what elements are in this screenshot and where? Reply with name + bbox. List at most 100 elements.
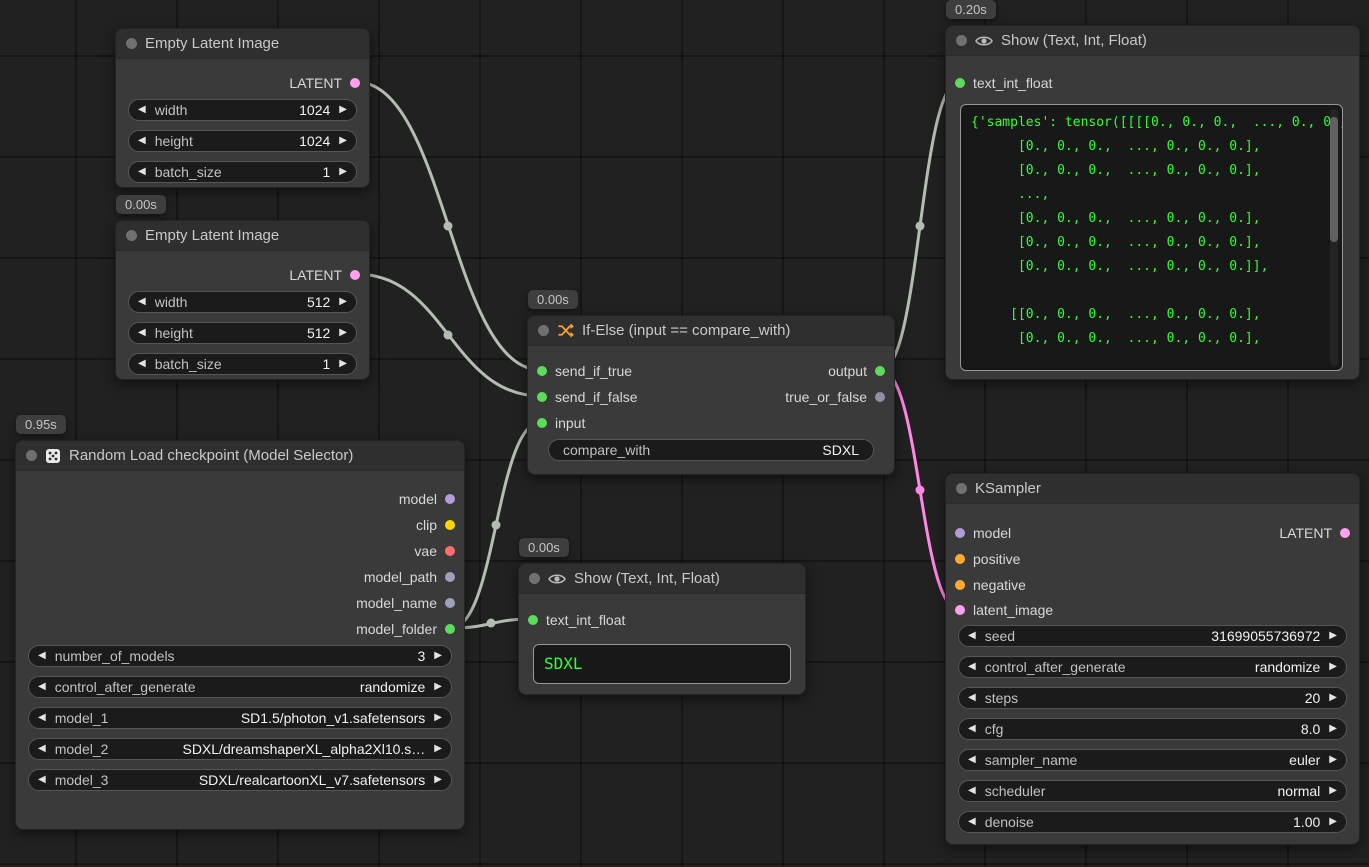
- widget-model-2[interactable]: ◀ model_2 SDXL/dreamshaperXL_alpha2Xl10.…: [28, 738, 452, 760]
- model-output-dot[interactable]: [445, 494, 455, 504]
- node-empty-latent-image-1[interactable]: Empty Latent Image LATENT ◀ width 1024 ▶…: [115, 28, 370, 188]
- widget-number-of-models[interactable]: ◀ number_of_models 3 ▶: [28, 645, 452, 667]
- widget-scheduler[interactable]: ◀ scheduler normal ▶: [958, 780, 1347, 802]
- increment-arrow-icon[interactable]: ▶: [339, 105, 347, 115]
- graph-canvas[interactable]: Empty Latent Image LATENT ◀ width 1024 ▶…: [0, 0, 1369, 867]
- widget-seed[interactable]: ◀ seed 31699055736972 ▶: [958, 625, 1347, 647]
- model-folder-output-dot[interactable]: [445, 624, 455, 634]
- increment-arrow-icon[interactable]: ▶: [339, 297, 347, 307]
- increment-arrow-icon[interactable]: ▶: [434, 744, 442, 754]
- model-name-output-dot[interactable]: [445, 598, 455, 608]
- node-title: KSampler: [975, 480, 1041, 497]
- decrement-arrow-icon[interactable]: ◀: [38, 744, 46, 754]
- widget-batch-size[interactable]: ◀ batch_size 1 ▶: [128, 161, 357, 183]
- decrement-arrow-icon[interactable]: ◀: [138, 297, 146, 307]
- negative-input-dot[interactable]: [955, 580, 965, 590]
- true-or-false-output-dot[interactable]: [875, 392, 885, 402]
- collapse-dot[interactable]: [956, 35, 967, 46]
- node-show-text-small[interactable]: 0.00s Show (Text, Int, Float) text_int_f…: [518, 563, 806, 695]
- widget-denoise[interactable]: ◀ denoise 1.00 ▶: [958, 811, 1347, 833]
- link-midpoint-dot: [492, 521, 501, 530]
- slot-label: LATENT: [1279, 525, 1332, 541]
- send-if-true-input-dot[interactable]: [537, 366, 547, 376]
- widget-control-after-generate[interactable]: ◀ control_after_generate randomize ▶: [28, 676, 452, 698]
- model-path-output-dot[interactable]: [445, 572, 455, 582]
- slot-label: negative: [973, 577, 1026, 593]
- increment-arrow-icon[interactable]: ▶: [339, 328, 347, 338]
- decrement-arrow-icon[interactable]: ◀: [138, 105, 146, 115]
- widget-height[interactable]: ◀ height 512 ▶: [128, 322, 357, 344]
- increment-arrow-icon[interactable]: ▶: [339, 359, 347, 369]
- increment-arrow-icon[interactable]: ▶: [1329, 817, 1337, 827]
- show-text-output-box[interactable]: {'samples': tensor([[[[0., 0., 0., ..., …: [960, 104, 1343, 371]
- collapse-dot[interactable]: [126, 230, 137, 241]
- increment-arrow-icon[interactable]: ▶: [434, 651, 442, 661]
- decrement-arrow-icon[interactable]: ◀: [138, 328, 146, 338]
- decrement-arrow-icon[interactable]: ◀: [38, 775, 46, 785]
- decrement-arrow-icon[interactable]: ◀: [968, 662, 976, 672]
- node-if-else[interactable]: 0.00s If-Else (input == compare_with): [527, 315, 895, 475]
- collapse-dot[interactable]: [529, 573, 540, 584]
- decrement-arrow-icon[interactable]: ◀: [968, 786, 976, 796]
- increment-arrow-icon[interactable]: ▶: [1329, 724, 1337, 734]
- decrement-arrow-icon[interactable]: ◀: [38, 651, 46, 661]
- decrement-arrow-icon[interactable]: ◀: [138, 359, 146, 369]
- scrollbar-track[interactable]: [1330, 109, 1338, 366]
- input-slot-negative: negative: [946, 573, 1026, 597]
- node-empty-latent-image-2[interactable]: 0.00s Empty Latent Image LATENT ◀ width …: [115, 220, 370, 380]
- widget-width[interactable]: ◀ width 512 ▶: [128, 291, 357, 313]
- increment-arrow-icon[interactable]: ▶: [339, 136, 347, 146]
- decrement-arrow-icon[interactable]: ◀: [968, 631, 976, 641]
- decrement-arrow-icon[interactable]: ◀: [38, 682, 46, 692]
- widget-control-after-generate[interactable]: ◀ control_after_generate randomize ▶: [958, 656, 1347, 678]
- decrement-arrow-icon[interactable]: ◀: [138, 136, 146, 146]
- widget-sampler-name[interactable]: ◀ sampler_name euler ▶: [958, 749, 1347, 771]
- node-show-text-large[interactable]: 0.20s Show (Text, Int, Float) text_int_f…: [945, 25, 1360, 380]
- increment-arrow-icon[interactable]: ▶: [1329, 662, 1337, 672]
- text-int-float-input-dot[interactable]: [955, 78, 965, 88]
- collapse-dot[interactable]: [538, 325, 549, 336]
- decrement-arrow-icon[interactable]: ◀: [968, 693, 976, 703]
- send-if-false-input-dot[interactable]: [537, 392, 547, 402]
- scrollbar-thumb[interactable]: [1330, 117, 1338, 242]
- widget-model-1[interactable]: ◀ model_1 SD1.5/photon_v1.safetensors ▶: [28, 707, 452, 729]
- collapse-dot[interactable]: [126, 38, 137, 49]
- node-random-load-checkpoint[interactable]: 0.95s Random Load checkpoint (Model Sele…: [15, 440, 465, 830]
- decrement-arrow-icon[interactable]: ◀: [138, 167, 146, 177]
- increment-arrow-icon[interactable]: ▶: [1329, 631, 1337, 641]
- widget-width[interactable]: ◀ width 1024 ▶: [128, 99, 357, 121]
- decrement-arrow-icon[interactable]: ◀: [968, 755, 976, 765]
- output-output-dot[interactable]: [875, 366, 885, 376]
- latent-image-input-dot[interactable]: [955, 605, 965, 615]
- clip-output-dot[interactable]: [445, 520, 455, 530]
- increment-arrow-icon[interactable]: ▶: [1329, 693, 1337, 703]
- vae-output-dot[interactable]: [445, 546, 455, 556]
- widget-steps[interactable]: ◀ steps 20 ▶: [958, 687, 1347, 709]
- widget-batch-size[interactable]: ◀ batch_size 1 ▶: [128, 353, 357, 375]
- widget-height[interactable]: ◀ height 1024 ▶: [128, 130, 357, 152]
- widget-model-3[interactable]: ◀ model_3 SDXL/realcartoonXL_v7.safetens…: [28, 769, 452, 791]
- positive-input-dot[interactable]: [955, 554, 965, 564]
- text-int-float-input-dot[interactable]: [528, 615, 538, 625]
- model-input-dot[interactable]: [955, 528, 965, 538]
- input-input-dot[interactable]: [537, 418, 547, 428]
- node-title: Show (Text, Int, Float): [1001, 32, 1147, 49]
- show-text-output-box[interactable]: SDXL: [533, 644, 791, 684]
- increment-arrow-icon[interactable]: ▶: [339, 167, 347, 177]
- collapse-dot[interactable]: [26, 450, 37, 461]
- increment-arrow-icon[interactable]: ▶: [434, 682, 442, 692]
- collapse-dot[interactable]: [956, 483, 967, 494]
- increment-arrow-icon[interactable]: ▶: [1329, 786, 1337, 796]
- increment-arrow-icon[interactable]: ▶: [434, 775, 442, 785]
- decrement-arrow-icon[interactable]: ◀: [968, 724, 976, 734]
- increment-arrow-icon[interactable]: ▶: [434, 713, 442, 723]
- widget-cfg[interactable]: ◀ cfg 8.0 ▶: [958, 718, 1347, 740]
- increment-arrow-icon[interactable]: ▶: [1329, 755, 1337, 765]
- node-ksampler[interactable]: KSampler model positive negative latent_…: [945, 473, 1360, 845]
- decrement-arrow-icon[interactable]: ◀: [968, 817, 976, 827]
- latent-output-dot[interactable]: [1340, 528, 1350, 538]
- latent-output-dot[interactable]: [350, 78, 360, 88]
- widget-compare-with[interactable]: compare_with SDXL: [548, 439, 874, 461]
- latent-output-dot[interactable]: [350, 270, 360, 280]
- decrement-arrow-icon[interactable]: ◀: [38, 713, 46, 723]
